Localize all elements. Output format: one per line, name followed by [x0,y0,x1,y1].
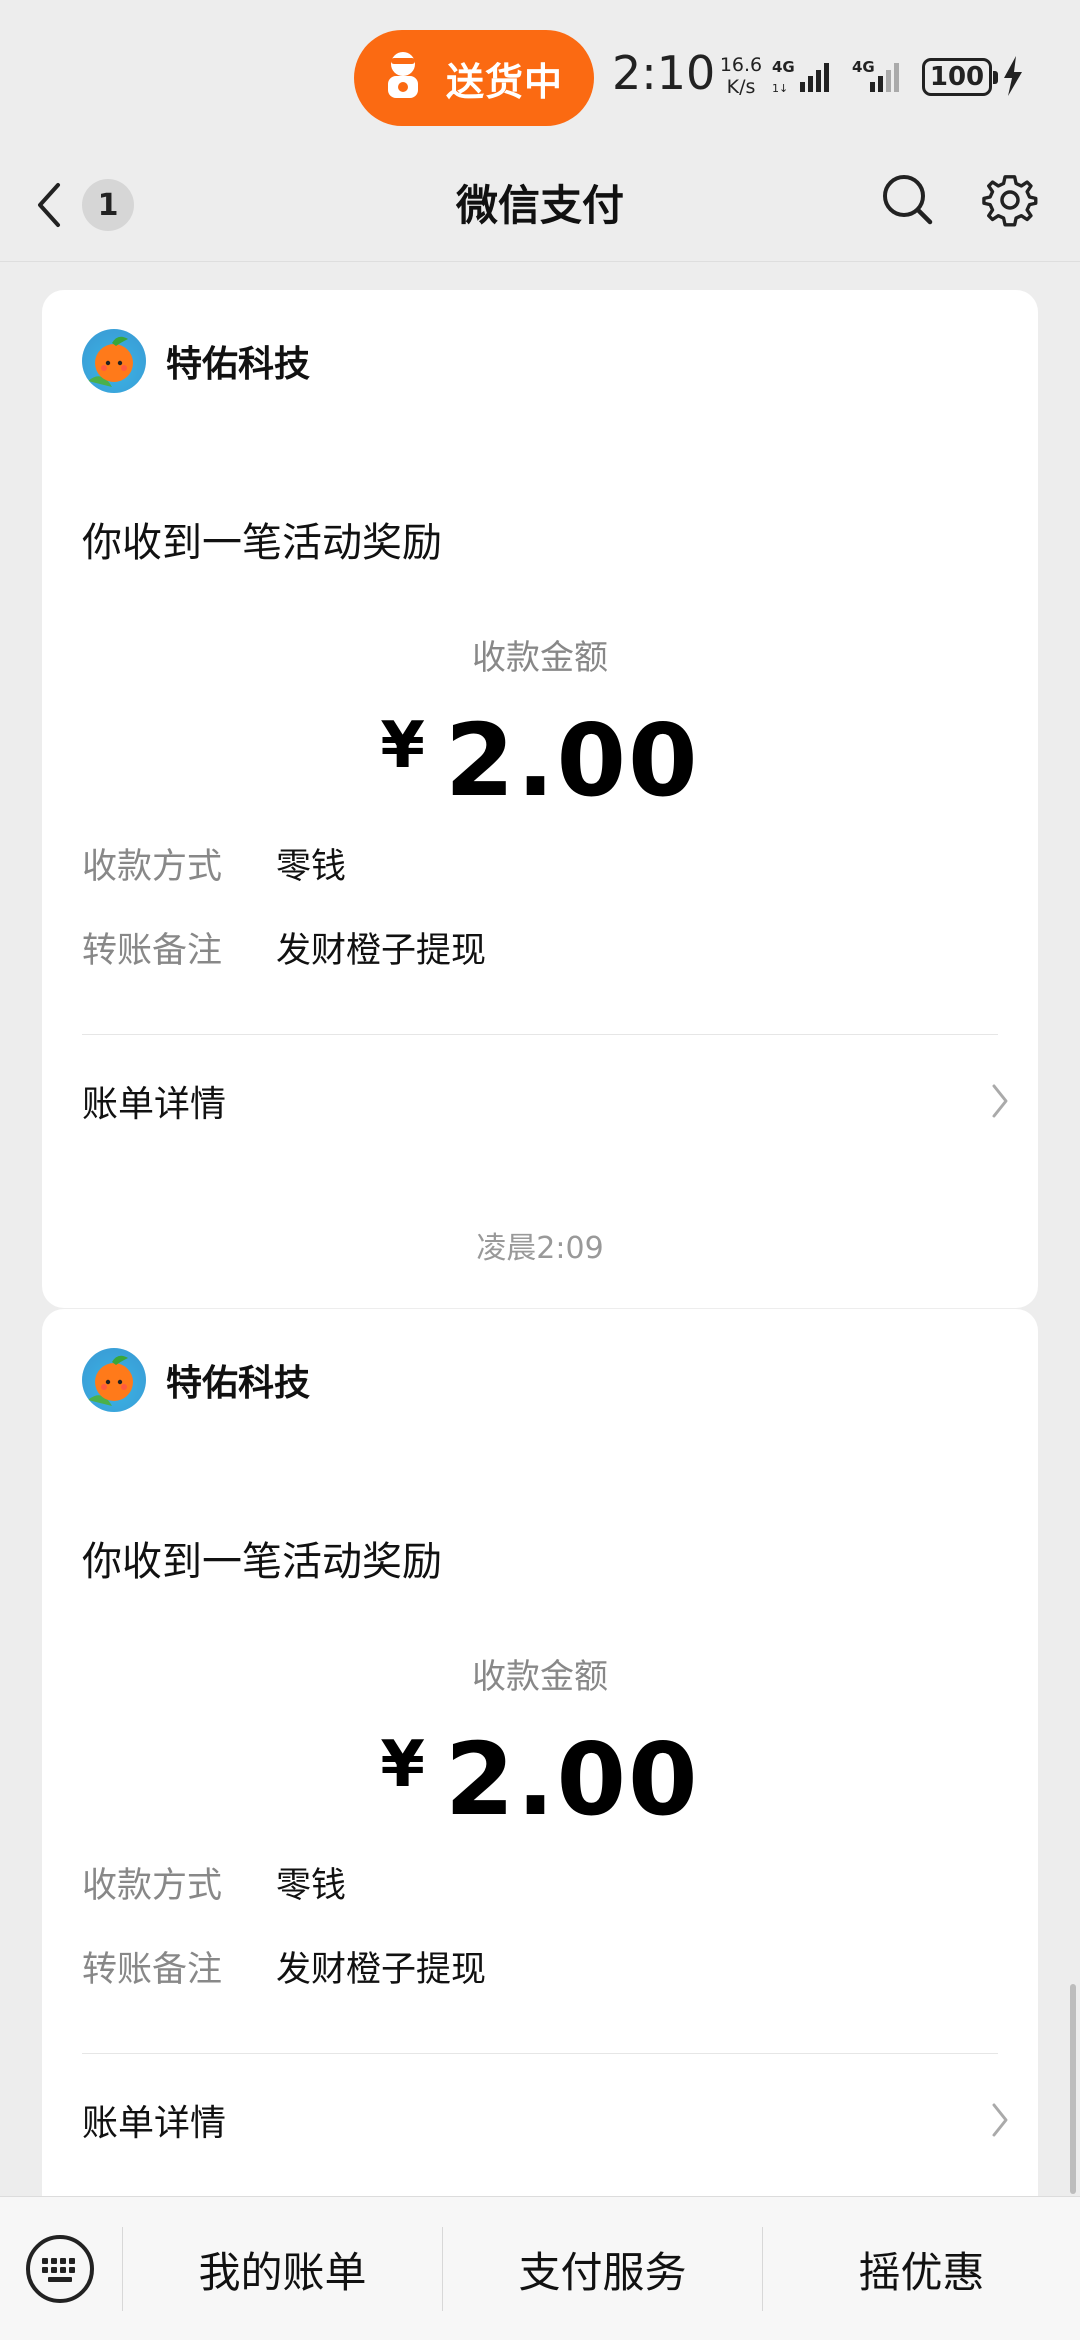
message-timestamp: 凌晨2:09 [476,1231,604,1266]
bill-details-link[interactable]: 账单详情 [82,2065,1010,2175]
transfer-note-key: 转账备注 [82,1950,223,1990]
bill-details-label: 账单详情 [82,1084,227,1125]
amount-label: 收款金额 [472,638,608,678]
divider [82,1034,998,1035]
network-speed: 16.6 K/s [716,54,766,98]
merchant-avatar [82,1348,146,1412]
delivery-status-pill[interactable]: 送货中 [354,30,594,126]
status-bar: 送货中 2:10 16.6 K/s 4G 1↓ 4G 100 [0,0,1080,150]
notification-headline: 你收到一笔活动奖励 [82,1539,442,1585]
delivery-status-text: 送货中 [446,59,564,104]
currency-symbol: ¥ [380,1728,427,1802]
payment-card[interactable]: 特佑科技 你收到一笔活动奖励 收款金额 ¥2.00 收款方式 零钱 转账备注 发… [42,1309,1038,2327]
merchant-avatar [82,329,146,393]
charging-icon [1004,56,1022,96]
orange-mascot-icon [88,336,133,387]
notification-headline: 你收到一笔活动奖励 [82,520,442,566]
payment-method-key: 收款方式 [82,847,223,887]
currency-symbol: ¥ [380,709,427,783]
amount-value: 2.00 [444,702,700,819]
menu-shake-offers[interactable]: 摇优惠 [763,2197,1080,2340]
gear-icon[interactable] [982,172,1038,228]
signal-bars-icon [870,63,899,92]
card-header[interactable]: 特佑科技 [82,1347,310,1413]
divider [82,2053,998,2054]
payment-method-row: 收款方式 零钱 [82,1857,346,1908]
amount-value: 2.00 [444,1721,700,1838]
chevron-right-icon [992,1084,1008,1118]
merchant-name: 特佑科技 [166,1363,311,1404]
svg-text:1↓: 1↓ [772,82,788,95]
payment-method-value: 零钱 [276,1866,347,1906]
amount-label: 收款金额 [472,1657,608,1697]
nav-bar: 1 微信支付 [0,150,1080,262]
payment-method-value: 零钱 [276,847,347,887]
transfer-note-value: 发财橙子提现 [276,1950,487,1990]
payment-card[interactable]: 特佑科技 你收到一笔活动奖励 收款金额 ¥2.00 收款方式 零钱 转账备注 发… [42,290,1038,1308]
menu-payment-services[interactable]: 支付服务 [443,2197,762,2340]
scrollbar[interactable] [1070,1984,1076,2194]
bottom-menu-bar: 我的账单 支付服务 摇优惠 [0,2196,1080,2340]
payment-method-row: 收款方式 零钱 [82,838,346,889]
search-icon[interactable] [880,172,936,228]
battery-indicator: 100 [922,58,998,96]
amount: ¥2.00 [42,702,1038,819]
delivery-rider-icon [388,52,418,98]
transfer-note-row: 转账备注 发财橙子提现 [82,922,486,973]
transfer-note-value: 发财橙子提现 [276,931,487,971]
amount: ¥2.00 [42,1721,1038,1838]
chevron-right-icon [992,2103,1008,2137]
bill-details-label: 账单详情 [82,2103,227,2144]
network-speed-value: 16.6 [719,54,763,76]
menu-my-bills[interactable]: 我的账单 [123,2197,442,2340]
orange-mascot-icon [88,1355,133,1406]
payment-method-key: 收款方式 [82,1866,223,1906]
network-speed-unit: K/s [726,76,756,98]
bill-details-link[interactable]: 账单详情 [82,1046,1010,1156]
clock: 2:10 [612,46,716,100]
transfer-note-key: 转账备注 [82,931,223,971]
keyboard-icon[interactable] [24,2233,96,2305]
card-header[interactable]: 特佑科技 [82,328,310,394]
transfer-note-row: 转账备注 发财橙子提现 [82,1941,486,1992]
merchant-name: 特佑科技 [166,344,311,385]
signal-bars-icon: 1↓ [772,63,829,95]
